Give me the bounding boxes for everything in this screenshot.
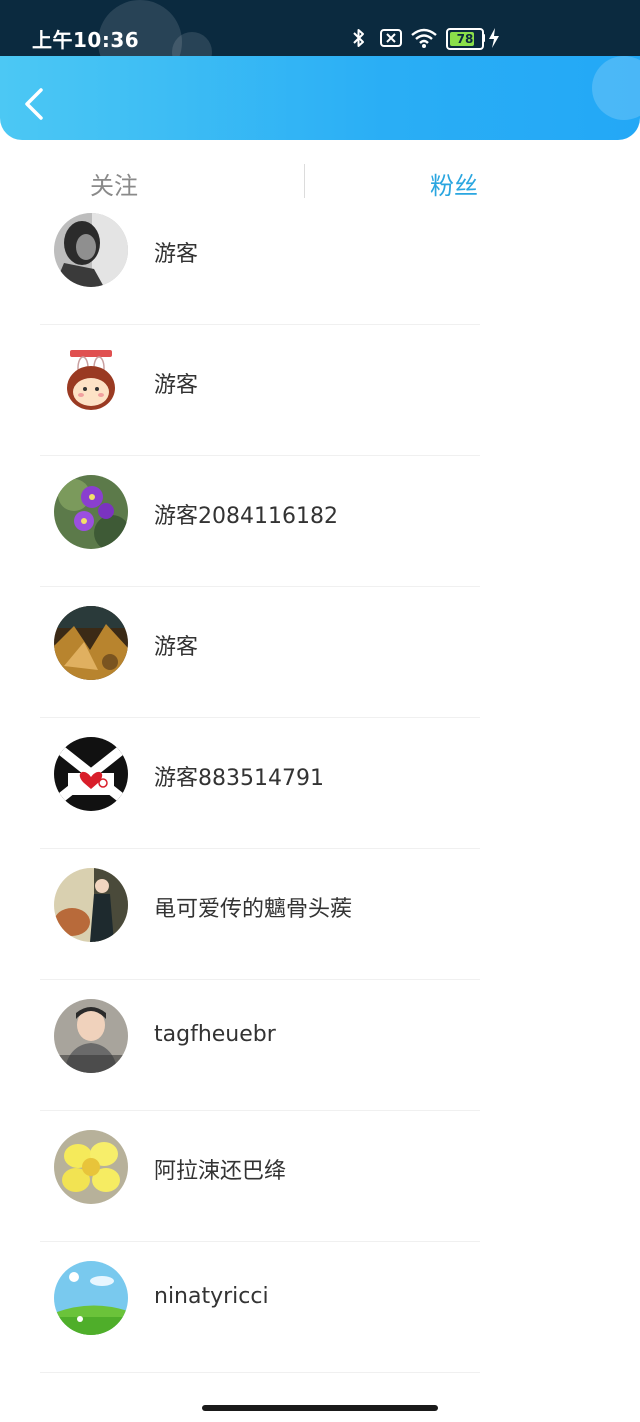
tab-divider <box>304 164 305 198</box>
sim-off-icon <box>380 29 402 47</box>
list-item[interactable]: 游客2084116182 <box>0 460 640 591</box>
user-name: 游客 <box>154 635 199 660</box>
battery-icon: 78 <box>446 28 484 50</box>
avatar <box>54 475 128 549</box>
chevron-left-icon <box>25 88 43 120</box>
user-name: 游客 <box>154 373 199 398</box>
list-item[interactable]: ninatyricci <box>0 1246 640 1377</box>
divider <box>40 848 480 849</box>
avatar <box>54 1130 128 1204</box>
divider <box>40 455 480 456</box>
divider <box>40 979 480 980</box>
charging-icon <box>489 28 499 48</box>
divider <box>40 1110 480 1111</box>
status-bar: 上午10:36 78 <box>0 0 640 56</box>
list-item[interactable]: 游客 <box>0 591 640 722</box>
tab-follow[interactable]: 关注 <box>90 166 138 201</box>
user-name: 游客2084116182 <box>154 504 338 529</box>
user-name: 黾可爱传的魑骨头蒺 <box>154 897 353 922</box>
divider <box>40 717 480 718</box>
back-button[interactable] <box>18 84 54 124</box>
list-item[interactable]: 游客883514791 <box>0 722 640 853</box>
list-item[interactable]: 游客 <box>0 329 640 460</box>
user-name: 游客883514791 <box>154 766 324 791</box>
header-bar <box>0 56 640 140</box>
status-time: 上午10:36 <box>32 28 140 52</box>
avatar <box>54 868 128 942</box>
avatar <box>54 606 128 680</box>
wifi-icon <box>411 28 437 48</box>
avatar <box>54 999 128 1073</box>
decorative-bubble <box>592 56 640 120</box>
user-name: 游客 <box>154 242 199 267</box>
user-name: 阿拉涑还巴绛 <box>154 1159 287 1184</box>
home-indicator[interactable] <box>202 1405 438 1411</box>
list-item[interactable]: tagfheuebr <box>0 984 640 1115</box>
tab-fans[interactable]: 粉丝 <box>430 166 478 201</box>
avatar <box>54 213 128 287</box>
avatar <box>54 737 128 811</box>
divider <box>40 1241 480 1242</box>
list-item[interactable]: 黾可爱传的魑骨头蒺 <box>0 853 640 984</box>
battery-level: 78 <box>456 32 474 46</box>
divider <box>40 586 480 587</box>
bluetooth-icon <box>353 29 364 47</box>
divider <box>40 324 480 325</box>
avatar <box>54 344 128 418</box>
user-name: tagfheuebr <box>154 1022 276 1047</box>
user-name: ninatyricci <box>154 1284 269 1309</box>
list-item[interactable]: 阿拉涑还巴绛 <box>0 1115 640 1246</box>
divider <box>40 1372 480 1373</box>
battery-tip <box>482 34 485 42</box>
avatar <box>54 1261 128 1335</box>
list-item[interactable]: 游客 <box>0 198 640 329</box>
